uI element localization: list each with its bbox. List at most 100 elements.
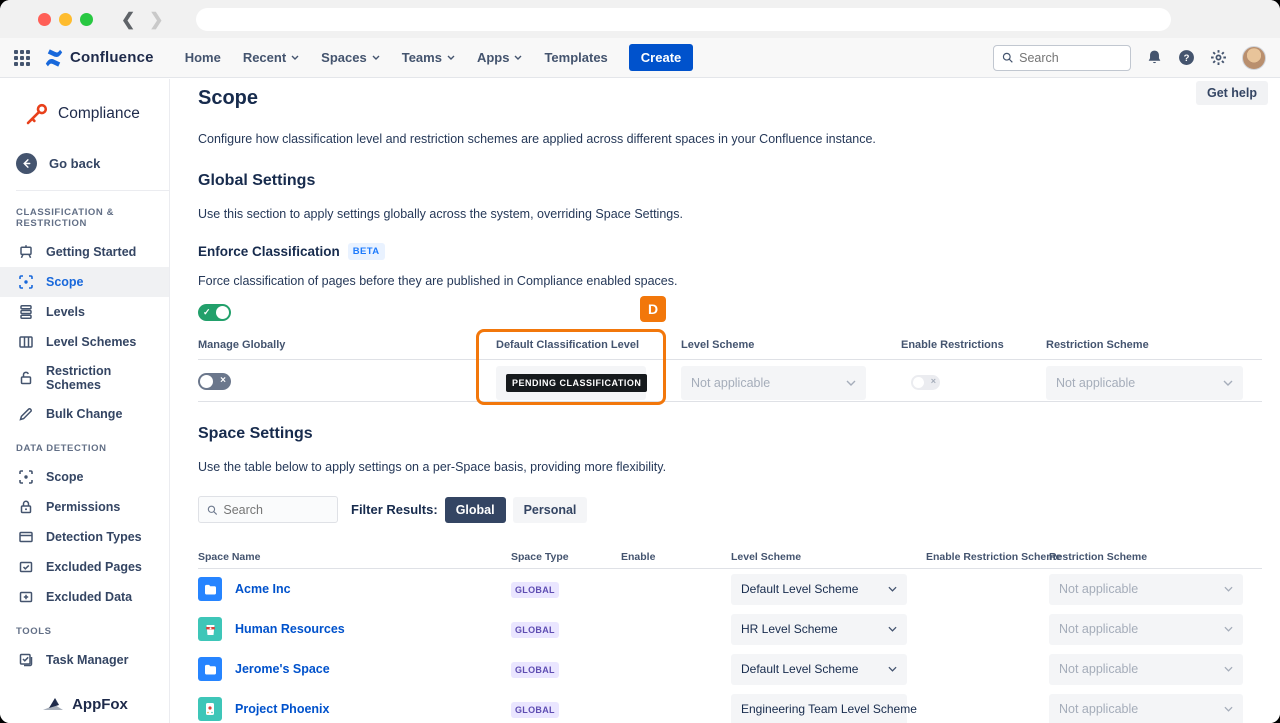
level-scheme-dropdown[interactable]: Default Level Scheme bbox=[731, 654, 907, 685]
chevron-down-icon bbox=[846, 380, 856, 386]
space-type-badge: GLOBAL bbox=[511, 662, 559, 678]
level-scheme-dropdown[interactable]: HR Level Scheme bbox=[731, 614, 907, 645]
level-scheme-dropdown[interactable]: Engineering Team Level Scheme bbox=[731, 694, 907, 723]
enable-restrictions-toggle[interactable]: × bbox=[911, 375, 940, 390]
chevron-down-icon bbox=[1224, 666, 1233, 672]
sidebar-item-excluded-pages[interactable]: Excluded Pages bbox=[0, 552, 169, 582]
compliance-sidebar: Compliance Go back CLASSIFICATION & REST… bbox=[0, 79, 170, 723]
enforce-classification-toggle[interactable]: ✓ bbox=[198, 304, 231, 321]
browser-forward-button[interactable]: ❯ bbox=[149, 11, 163, 28]
space-search-input[interactable] bbox=[223, 503, 329, 517]
global-restriction-scheme-dropdown[interactable]: Not applicable bbox=[1046, 366, 1243, 400]
col-enable-restrictions: Enable Restrictions bbox=[901, 339, 1004, 351]
space-link[interactable]: Acme Inc bbox=[235, 582, 291, 596]
unlock-icon bbox=[18, 370, 34, 386]
space-link[interactable]: Project Phoenix bbox=[235, 702, 329, 716]
main-content: Get help Scope Configure how classificat… bbox=[170, 79, 1280, 723]
folder-icon bbox=[198, 657, 222, 681]
sidebar-item-dd-scope[interactable]: Scope bbox=[0, 462, 169, 492]
scope-icon bbox=[18, 274, 34, 290]
sidebar-item-excluded-data[interactable]: Excluded Data bbox=[0, 582, 169, 612]
scope-icon bbox=[18, 469, 34, 485]
brand-name: Confluence bbox=[70, 49, 154, 66]
global-settings-row: Manage Globally Default Classification L… bbox=[198, 333, 1262, 411]
x-icon: × bbox=[220, 376, 226, 386]
chevron-down-icon bbox=[291, 55, 299, 60]
filter-personal-button[interactable]: Personal bbox=[513, 497, 588, 523]
browser-chrome: ❮ ❯ bbox=[0, 0, 1280, 38]
chevron-down-icon bbox=[1224, 706, 1233, 712]
confluence-navbar: Confluence Home Recent Spaces Teams Apps… bbox=[0, 38, 1280, 78]
filter-results-label: Filter Results: bbox=[351, 502, 438, 517]
minimize-window-button[interactable] bbox=[59, 13, 72, 26]
sidebar-item-bulk-change[interactable]: Bulk Change bbox=[0, 399, 169, 429]
level-scheme-dropdown[interactable]: Default Level Scheme bbox=[731, 574, 907, 605]
phone-icon bbox=[198, 697, 222, 721]
col-restriction-scheme: Restriction Scheme bbox=[1046, 339, 1149, 351]
browser-back-button[interactable]: ❮ bbox=[121, 11, 135, 28]
space-type-badge: GLOBAL bbox=[511, 582, 559, 598]
restriction-scheme-dropdown[interactable]: Not applicable bbox=[1049, 654, 1243, 685]
chevron-down-icon bbox=[1224, 626, 1233, 632]
table-row: Jerome's Space GLOBAL ✓ Default Level Sc… bbox=[198, 649, 1262, 689]
default-classification-level-dropdown[interactable]: PENDING CLASSIFICATION bbox=[496, 366, 646, 400]
sidebar-item-level-schemes[interactable]: Level Schemes bbox=[0, 327, 169, 357]
app-name: Compliance bbox=[58, 105, 140, 123]
get-help-button[interactable]: Get help bbox=[1196, 81, 1268, 105]
chevron-down-icon bbox=[1224, 586, 1233, 592]
sidebar-item-restriction-schemes[interactable]: Restriction Schemes bbox=[0, 357, 169, 399]
nav-home[interactable]: Home bbox=[176, 44, 230, 71]
app-switcher-icon[interactable] bbox=[14, 50, 30, 66]
classification-level-pill: PENDING CLASSIFICATION bbox=[506, 374, 647, 392]
window-controls[interactable] bbox=[38, 13, 93, 26]
close-window-button[interactable] bbox=[38, 13, 51, 26]
sidebar-item-permissions[interactable]: Permissions bbox=[0, 492, 169, 522]
page-description: Configure how classification level and r… bbox=[198, 132, 1262, 146]
global-settings-description: Use this section to apply settings globa… bbox=[198, 207, 1262, 221]
space-link[interactable]: Human Resources bbox=[235, 622, 345, 636]
col-manage-globally: Manage Globally bbox=[198, 339, 285, 351]
chevron-down-icon bbox=[888, 666, 897, 672]
global-settings-title: Global Settings bbox=[198, 172, 1262, 190]
confluence-logo[interactable]: Confluence bbox=[44, 49, 154, 67]
help-icon[interactable]: ? bbox=[1178, 49, 1195, 66]
section-title-data-detection: DATA DETECTION bbox=[0, 443, 169, 454]
sidebar-item-getting-started[interactable]: Getting Started bbox=[0, 237, 169, 267]
sidebar-item-levels[interactable]: Levels bbox=[0, 297, 169, 327]
pencil-icon bbox=[18, 406, 34, 422]
nav-apps[interactable]: Apps bbox=[468, 44, 532, 71]
annotation-d-badge: D bbox=[640, 296, 666, 322]
easel-icon bbox=[18, 244, 34, 260]
address-bar[interactable] bbox=[196, 8, 1171, 31]
space-link[interactable]: Jerome's Space bbox=[235, 662, 330, 676]
create-button[interactable]: Create bbox=[629, 44, 693, 71]
appfox-footer-logo: AppFox bbox=[0, 696, 169, 713]
table-row: Acme Inc GLOBAL ✓ Default Level Scheme ×… bbox=[198, 569, 1262, 609]
appfox-icon bbox=[41, 696, 65, 713]
space-type-badge: GLOBAL bbox=[511, 622, 559, 638]
maximize-window-button[interactable] bbox=[80, 13, 93, 26]
nav-templates[interactable]: Templates bbox=[535, 44, 616, 71]
settings-gear-icon[interactable] bbox=[1210, 49, 1227, 66]
manage-globally-toggle[interactable]: × bbox=[198, 373, 231, 390]
notifications-bell-icon[interactable] bbox=[1146, 49, 1163, 66]
go-back-button[interactable]: Go back bbox=[0, 153, 169, 174]
restriction-scheme-dropdown[interactable]: Not applicable bbox=[1049, 574, 1243, 605]
filter-global-button[interactable]: Global bbox=[445, 497, 506, 523]
global-search[interactable] bbox=[993, 45, 1131, 71]
chevron-down-icon bbox=[888, 586, 897, 592]
space-search[interactable] bbox=[198, 496, 338, 523]
sidebar-item-task-manager[interactable]: Task Manager bbox=[0, 645, 169, 675]
levels-icon bbox=[18, 304, 34, 320]
user-avatar[interactable] bbox=[1242, 46, 1266, 70]
search-input[interactable] bbox=[1019, 51, 1122, 65]
level-schemes-icon bbox=[18, 334, 34, 350]
nav-teams[interactable]: Teams bbox=[393, 44, 464, 71]
global-level-scheme-dropdown[interactable]: Not applicable bbox=[681, 366, 866, 400]
nav-recent[interactable]: Recent bbox=[234, 44, 308, 71]
restriction-scheme-dropdown[interactable]: Not applicable bbox=[1049, 694, 1243, 723]
restriction-scheme-dropdown[interactable]: Not applicable bbox=[1049, 614, 1243, 645]
nav-spaces[interactable]: Spaces bbox=[312, 44, 389, 71]
sidebar-item-detection-types[interactable]: Detection Types bbox=[0, 522, 169, 552]
sidebar-item-scope[interactable]: Scope bbox=[0, 267, 169, 297]
